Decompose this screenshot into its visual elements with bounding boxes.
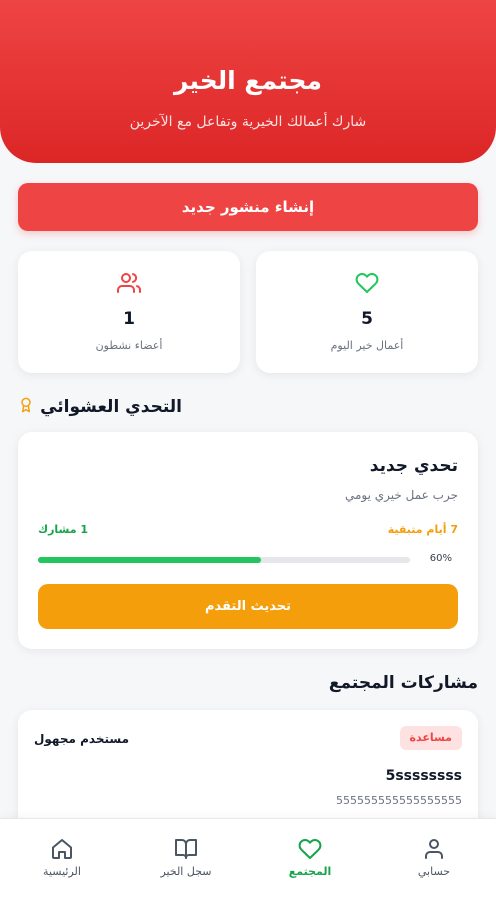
post-category-badge: مساعدة: [399, 726, 462, 750]
heart-icon: [248, 837, 372, 861]
page-subtitle: شارك أعمالك الخيرية وتفاعل مع الآخرين: [129, 114, 367, 130]
nav-item-good-log[interactable]: سجل الخير: [124, 819, 248, 897]
award-icon: [18, 396, 34, 418]
page-title: مجتمع الخير: [174, 66, 322, 95]
create-post-button[interactable]: إنشاء منشور جديد: [18, 183, 478, 231]
user-icon: [372, 837, 496, 861]
nav-label: حسابي: [417, 865, 451, 878]
nav-label: الرئيسية: [43, 865, 81, 878]
challenge-progress-fill: [38, 557, 262, 563]
nav-item-home[interactable]: الرئيسية: [0, 819, 124, 897]
nav-item-community[interactable]: المجتمع: [248, 819, 372, 897]
posts-section-title: مشاركات المجتمع: [328, 673, 478, 693]
book-icon: [124, 837, 248, 861]
stat-value: 1: [123, 309, 135, 329]
challenge-days-left: 7 أيام متبقية: [387, 523, 458, 536]
challenge-description: جرب عمل خيري يومي: [345, 488, 458, 502]
nav-label: سجل الخير: [160, 865, 212, 878]
stat-value: 5: [361, 309, 373, 329]
stat-card-good-deeds: 5 أعمال خير اليوم: [256, 251, 478, 373]
challenge-title: تحدي جديد: [369, 456, 458, 476]
update-progress-button[interactable]: تحديث التقدم: [38, 584, 458, 629]
stat-label: أعضاء نشطون: [95, 339, 163, 352]
challenge-participants: 1 مشارك: [38, 523, 89, 536]
nav-item-profile[interactable]: حسابي: [372, 819, 496, 897]
challenge-progress-bar: [38, 557, 410, 563]
nav-label: المجتمع: [288, 865, 332, 878]
page-header: مجتمع الخير شارك أعمالك الخيرية وتفاعل م…: [0, 0, 496, 163]
challenge-section-header: التحدي العشوائي: [18, 396, 182, 418]
heart-icon: [256, 271, 478, 295]
home-icon: [0, 837, 124, 861]
stat-card-active-members: 1 أعضاء نشطون: [18, 251, 240, 373]
bottom-nav: حسابي المجتمع سجل الخير الرئيسية: [0, 818, 496, 897]
post-author: مستخدم مجهول: [34, 732, 130, 746]
post-body: 555555555555555555: [336, 794, 462, 807]
challenge-section-title: التحدي العشوائي: [40, 397, 182, 417]
challenge-card: تحدي جديد جرب عمل خيري يومي 7 أيام متبقي…: [18, 432, 478, 649]
challenge-progress-label: 60%: [429, 553, 452, 564]
users-icon: [18, 271, 240, 295]
stat-label: أعمال خير اليوم: [330, 339, 404, 352]
post-title: 5ssssssss: [385, 768, 462, 784]
